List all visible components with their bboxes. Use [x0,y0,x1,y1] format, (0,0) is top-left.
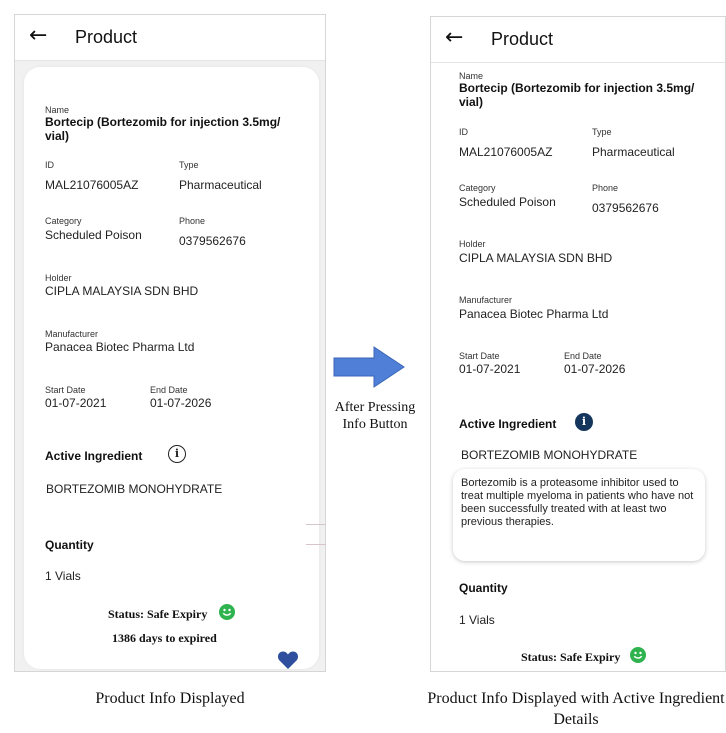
status-text: Status: Safe Expiry [521,650,621,664]
active-ingredient-value: BORTEZOMIB MONOHYDRATE [461,448,638,462]
heart-icon[interactable] [277,650,299,670]
back-arrow-icon[interactable]: ← [29,24,47,48]
ingredient-description-box: Bortezomib is a proteasome inhibitor use… [453,469,705,561]
info-icon[interactable]: i [168,445,186,463]
id-value: MAL21076005AZ [45,178,139,192]
manufacturer-label: Manufacturer [45,329,99,339]
holder-value: CIPLA MALAYSIA SDN BHD [459,251,613,265]
caption-left: Product Info Displayed [95,690,245,707]
id-label: ID [45,160,54,170]
background-line [306,544,326,545]
type-value: Pharmaceutical [592,145,675,159]
id-value: MAL21076005AZ [459,145,553,159]
manufacturer-value: Panacea Biotec Pharma Ltd [45,340,195,354]
product-details-card: Name Bortecip (Bortezomib for injection … [24,67,319,669]
category-label: Category [459,183,496,193]
caption-right: Product Info Displayed with Active Ingre… [427,690,725,728]
page-title: Product [491,29,554,49]
category-label: Category [45,216,82,226]
active-ingredient-value: BORTEZOMIB MONOHYDRATE [46,482,223,496]
product-screen-left: ← Product Name Bortecip (Bortezomib for … [14,14,326,672]
back-arrow-icon[interactable]: ← [445,26,463,50]
info-icon[interactable]: i [575,413,593,431]
arrow-caption: After Pressing Info Button [334,400,416,432]
product-screen-right: ← Product Name Bortecip (Bortezomib for … [430,16,726,672]
smiley-icon [630,647,646,663]
quantity-title: Quantity [45,538,94,552]
end-date-value: 01-07-2026 [564,362,626,376]
category-value: Scheduled Poison [459,195,556,209]
manufacturer-label: Manufacturer [459,295,513,305]
background-line [306,524,326,525]
smiley-face-graphic [222,608,232,616]
smiley-face-graphic [633,651,643,659]
status-text: Status: Safe Expiry [108,607,208,621]
phone-label: Phone [592,183,619,193]
manufacturer-value: Panacea Biotec Pharma Ltd [459,307,609,321]
ingredient-description: Bortezomib is a proteasome inhibitor use… [461,477,694,528]
transition-arrow-icon [333,346,405,388]
holder-label: Holder [459,239,486,249]
end-date-value: 01-07-2026 [150,396,212,410]
app-bar: ← Product [15,15,325,61]
end-date-label: End Date [564,351,602,361]
phone-value: 0379562676 [592,201,659,215]
type-value: Pharmaceutical [179,178,262,192]
category-value: Scheduled Poison [45,228,142,242]
holder-label: Holder [45,273,72,283]
name-value: Bortecip (Bortezomib for injection 3.5mg… [459,81,695,109]
app-bar: ← Product [431,17,725,63]
smiley-icon [219,604,235,620]
start-date-label: Start Date [459,351,500,361]
quantity-title: Quantity [459,581,508,595]
active-ingredient-title: Active Ingredient [459,417,557,431]
type-label: Type [592,127,612,137]
id-label: ID [459,127,468,137]
quantity-value: 1 Vials [45,569,81,583]
holder-value: CIPLA MALAYSIA SDN BHD [45,284,199,298]
days-to-expired: 1386 days to expired [112,631,217,645]
end-date-label: End Date [150,385,188,395]
start-date-value: 01-07-2021 [45,396,107,410]
name-value: Bortecip (Bortezomib for injection 3.5mg… [45,115,281,143]
phone-label: Phone [179,216,206,226]
phone-value: 0379562676 [179,234,246,248]
quantity-value: 1 Vials [459,613,495,627]
start-date-label: Start Date [45,385,86,395]
active-ingredient-title: Active Ingredient [45,449,143,463]
name-label: Name [459,71,484,81]
page-title: Product [75,27,138,47]
start-date-value: 01-07-2021 [459,362,521,376]
name-label: Name [45,105,70,115]
type-label: Type [179,160,199,170]
